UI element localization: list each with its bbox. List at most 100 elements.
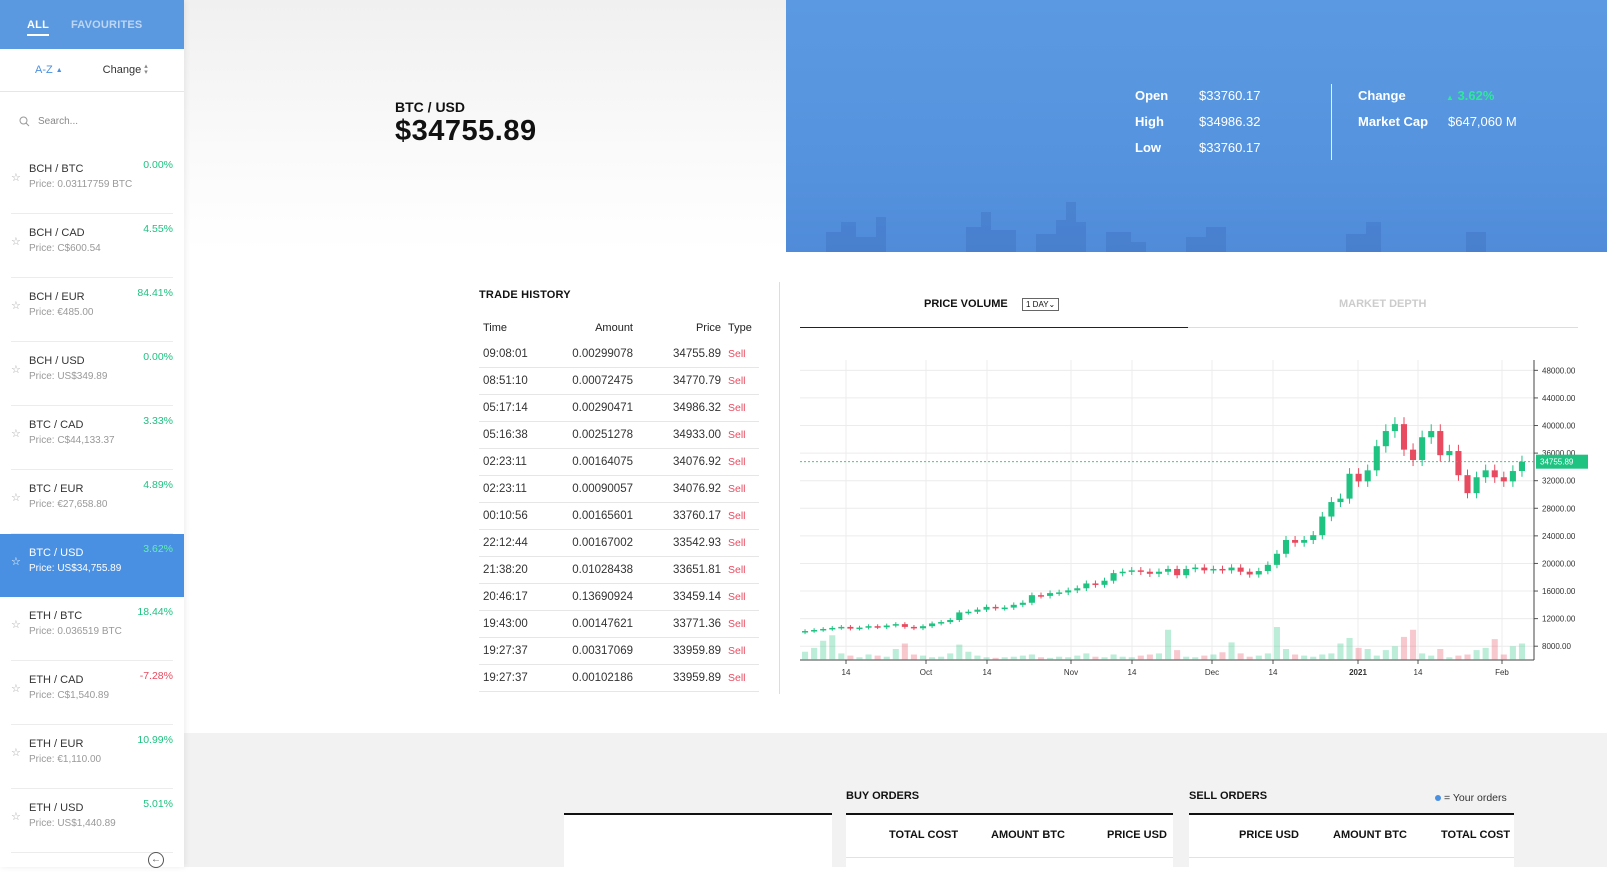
trade-time: 20:46:17 [479,583,551,611]
star-icon[interactable]: ☆ [11,299,21,312]
list-item[interactable]: ☆ ETH / CAD Price: C$1,540.89 -7.28% [11,661,173,725]
star-icon[interactable]: ☆ [11,491,21,504]
candle [929,623,936,627]
candle [1192,567,1199,570]
volume-bar [1319,654,1326,660]
pair-change: 84.41% [137,287,173,299]
pair-name: BCH / EUR [29,291,85,303]
pair-price: Price: US$1,440.89 [29,818,116,829]
arrow-up-icon: ▲ [1446,93,1454,102]
trade-type: Sell [721,583,759,611]
volume-bar [1364,649,1371,660]
candle [1146,571,1153,574]
candle [1065,590,1072,593]
list-item[interactable]: ☆ BCH / USD Price: US$349.89 0.00% [11,342,173,406]
candle [1074,588,1081,591]
tab-all[interactable]: ALL [27,19,49,36]
star-icon[interactable]: ☆ [11,235,21,248]
search-input[interactable] [36,114,170,128]
pair-price: Price: C$44,133.37 [29,435,115,446]
candle [938,622,945,624]
volume-bar [1410,629,1417,660]
tab-market-depth[interactable]: MARKET DEPTH [1339,298,1426,310]
trade-price: 34755.89 [633,341,721,368]
list-item[interactable]: ☆ ETH / BTC Price: 0.036519 BTC 18.44% [11,597,173,661]
star-icon[interactable]: ☆ [11,427,21,440]
candle [1446,451,1453,456]
table-row: 05:17:14 0.00290471 34986.32 Sell [479,394,759,422]
volume-bar [901,643,908,660]
list-item[interactable]: ☆ ETH / EUR Price: €1,110.00 10.99% [11,725,173,789]
pair-change: 0.00% [143,351,173,363]
star-icon[interactable]: ☆ [11,171,21,184]
y-tick-label: 24000.00 [1542,532,1576,541]
candle [1518,461,1525,472]
list-item[interactable]: ☆ BCH / BTC Price: 0.03117759 BTC 0.00% [11,150,173,214]
x-tick-label: 14 [842,668,851,677]
x-tick-label: 14 [1414,668,1423,677]
trade-price: 34076.92 [633,475,721,503]
trade-price: 33771.36 [633,610,721,638]
star-icon[interactable]: ☆ [11,682,21,695]
arrow-left-circle-icon[interactable]: ← [148,852,164,868]
col-price: Price [695,322,721,334]
star-icon[interactable]: ☆ [11,363,21,376]
volume-bar [1482,647,1489,660]
candle [1047,593,1054,596]
price-chart[interactable]: 14 Oct 14 Nov 14 Dec 14 2021 14 Feb 48000.00 44000.… [800,360,1590,690]
list-item[interactable]: ☆ BCH / CAD Price: C$600.54 4.55% [11,214,173,278]
star-icon[interactable]: ☆ [11,746,21,759]
volume-bar [1518,643,1525,660]
volume-bar [1446,657,1453,660]
tab-price-volume[interactable]: PRICE VOLUME [924,298,1008,310]
search-icon [19,116,30,126]
candle [1056,592,1063,594]
buy-col-total-cost: TOTAL COST [889,829,959,841]
candle [1292,540,1299,543]
list-item[interactable]: ☆ BCH / EUR Price: €485.00 84.41% [11,278,173,342]
trade-amount: 0.00102186 [551,664,633,692]
sort-az-button[interactable]: A-Z ▲ [35,64,63,76]
candle [838,626,845,629]
volume-bar [974,655,981,660]
high-label: High [1135,114,1164,129]
trade-time: 02:23:11 [479,448,551,476]
range-select[interactable]: 1 DAY⌄ [1022,298,1060,311]
sort-change-button[interactable]: Change ▴ ▾ [103,63,148,76]
low-value: $33760.17 [1199,140,1261,155]
sort-icon: ▴ ▾ [144,63,148,76]
list-item[interactable]: ☆ ETH / USD Price: US$1,440.89 5.01% [11,789,173,853]
volume-bar [1228,642,1235,660]
trade-price: 33959.89 [633,664,721,692]
volume-bar [1128,657,1135,660]
list-item[interactable]: ☆ BTC / USD Price: US$34,755.89 3.62% [0,534,184,597]
tab-favourites[interactable]: FAVOURITES [71,19,142,31]
market-sidebar: ALL FAVOURITES A-Z ▲ Change ▴▾ ☆ BCH / BT… [0,0,184,868]
pair-change: 10.99% [137,734,173,746]
star-icon[interactable]: ☆ [11,618,21,631]
volume-bar [1065,657,1072,660]
candle [965,611,972,614]
table-row: 08:51:10 0.00072475 34770.79 Sell [479,367,759,395]
trade-history-title: TRADE HISTORY [479,289,571,301]
volume-bar [1464,654,1471,660]
list-item[interactable]: ☆ BTC / CAD Price: C$44,133.37 3.33% [11,406,173,470]
trade-type: Sell [721,664,759,692]
volume-bar [1455,655,1462,660]
volume-bar [1292,654,1299,660]
list-item[interactable]: ☆ BTC / EUR Price: €27,658.80 4.89% [11,470,173,534]
star-icon[interactable]: ☆ [11,810,21,823]
star-icon[interactable]: ☆ [11,555,21,568]
candle [1001,607,1008,610]
table-header-row: Time Amount Price Type [479,315,759,341]
candle [1428,431,1435,438]
trade-type: Sell [721,475,759,503]
candle [1491,470,1498,478]
y-tick-label: 12000.00 [1542,615,1576,624]
candle [974,609,981,612]
market-cap-label: Market Cap [1358,114,1429,129]
stats-divider [1331,84,1332,160]
volume-bar [983,657,990,660]
trade-price: 34770.79 [633,367,721,395]
volume-bar [1237,653,1244,660]
